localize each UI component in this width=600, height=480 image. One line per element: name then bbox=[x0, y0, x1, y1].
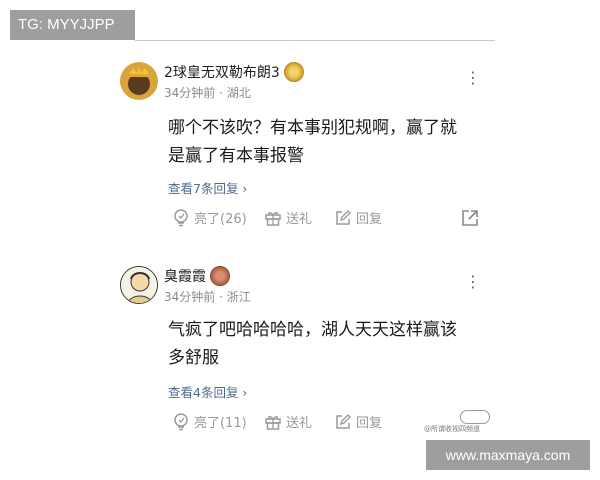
username-text: 臭霞霞 bbox=[164, 269, 206, 285]
like-count: 亮了(11) bbox=[194, 416, 247, 431]
reply-label: 回复 bbox=[356, 212, 383, 227]
like-button[interactable]: 亮了(11) bbox=[172, 412, 247, 431]
like-count: 亮了(26) bbox=[194, 212, 247, 227]
comment-text-line: 哪个不该吹？有本事别犯规啊，赢了就 bbox=[168, 118, 457, 138]
reply-button[interactable]: 回复 bbox=[334, 412, 382, 431]
gift-icon bbox=[265, 211, 281, 226]
more-vertical-icon[interactable]: ⋮ bbox=[465, 272, 481, 291]
more-vertical-icon[interactable]: ⋮ bbox=[465, 68, 481, 87]
level-badge-icon bbox=[283, 62, 304, 82]
comment-text-line: 多舒服 bbox=[168, 348, 219, 368]
gift-label: 送礼 bbox=[286, 212, 313, 227]
view-replies-link[interactable]: 查看7条回复 › bbox=[168, 178, 247, 197]
gift-label: 送礼 bbox=[286, 416, 313, 431]
reply-label: 回复 bbox=[356, 416, 383, 431]
avatar[interactable] bbox=[120, 266, 158, 304]
comment-text-line: 气疯了吧哈哈哈哈，湖人天天这样赢该 bbox=[168, 320, 457, 340]
reply-edit-icon bbox=[336, 209, 351, 225]
username[interactable]: 臭霞霞 bbox=[164, 266, 230, 286]
watermark-tag: TG: MYYJJPP bbox=[10, 10, 135, 40]
username[interactable]: 2球皇无双勒布朗3 bbox=[164, 62, 304, 82]
reply-button[interactable]: 回复 bbox=[334, 208, 382, 227]
source-mark: @所谓收视四频道 bbox=[424, 425, 480, 433]
gift-button[interactable]: 送礼 bbox=[264, 208, 312, 227]
comment-item: 2球皇无双勒布朗3 34分钟前 · 湖北 ⋮ 哪个不该吹？有本事别犯规啊，赢了就… bbox=[120, 62, 490, 242]
username-text: 2球皇无双勒布朗3 bbox=[164, 65, 280, 81]
reply-edit-icon bbox=[336, 413, 351, 429]
comment-item: 臭霞霞 34分钟前 · 浙江 ⋮ 气疯了吧哈哈哈哈，湖人天天这样赢该 多舒服 查… bbox=[120, 266, 490, 442]
source-logo-icon bbox=[460, 410, 490, 424]
comment-actions: 亮了(26) 送礼 回复 bbox=[168, 208, 486, 230]
share-button[interactable] bbox=[460, 208, 480, 228]
comment-text-line: 是赢了有本事报警 bbox=[168, 146, 304, 166]
view-replies-link[interactable]: 查看4条回复 › bbox=[168, 382, 247, 401]
gift-icon bbox=[265, 415, 281, 430]
comment-text: 气疯了吧哈哈哈哈，湖人天天这样赢该 多舒服 bbox=[168, 316, 488, 372]
like-bulb-icon bbox=[174, 412, 188, 430]
comment-meta: 34分钟前 · 浙江 bbox=[164, 290, 251, 304]
like-button[interactable]: 亮了(26) bbox=[172, 208, 247, 227]
comment-text: 哪个不该吹？有本事别犯规啊，赢了就 是赢了有本事报警 bbox=[168, 114, 488, 170]
level-badge-icon bbox=[210, 266, 230, 286]
site-watermark: www.maxmaya.com bbox=[426, 440, 590, 470]
divider bbox=[135, 40, 495, 41]
share-icon bbox=[462, 210, 478, 226]
like-bulb-icon bbox=[174, 208, 188, 226]
comment-meta: 34分钟前 · 湖北 bbox=[164, 86, 251, 100]
avatar[interactable] bbox=[120, 62, 158, 100]
gift-button[interactable]: 送礼 bbox=[264, 412, 312, 431]
